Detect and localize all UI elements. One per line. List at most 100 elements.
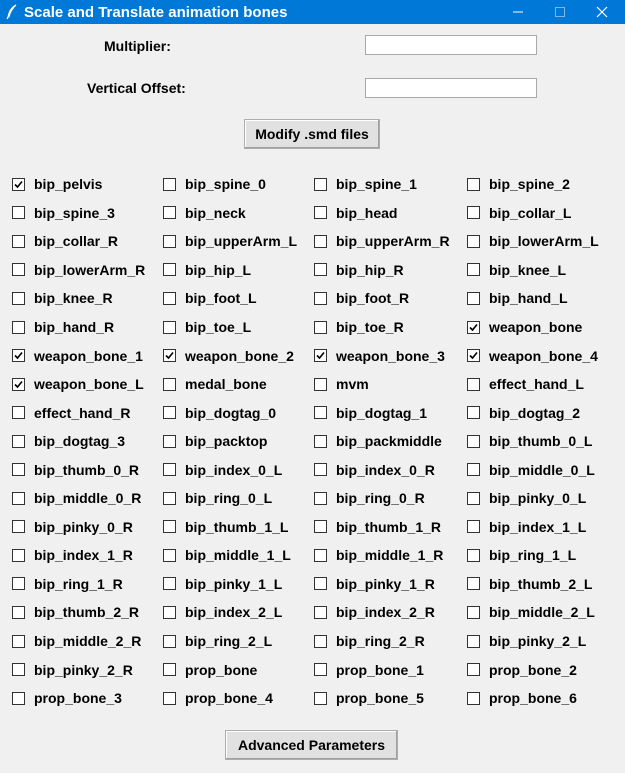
- checkbox[interactable]: [314, 691, 327, 705]
- bone-checkbox-item[interactable]: effect_hand_R: [12, 398, 163, 427]
- bone-checkbox-item[interactable]: bip_middle_1_L: [163, 541, 314, 570]
- checkbox[interactable]: [314, 548, 327, 562]
- bone-checkbox-item[interactable]: bip_ring_2_R: [314, 627, 467, 656]
- bone-checkbox-item[interactable]: bip_hand_L: [467, 284, 617, 313]
- bone-checkbox-item[interactable]: bip_pinky_0_R: [12, 513, 163, 542]
- checkbox[interactable]: [467, 520, 480, 534]
- title-bar[interactable]: Scale and Translate animation bones: [0, 0, 625, 24]
- checkbox[interactable]: [163, 349, 176, 363]
- bone-checkbox-item[interactable]: bip_ring_1_L: [467, 541, 617, 570]
- checkbox[interactable]: [467, 377, 480, 391]
- bone-checkbox-item[interactable]: prop_bone_1: [314, 655, 467, 684]
- checkbox[interactable]: [163, 634, 176, 648]
- checkbox[interactable]: [12, 177, 25, 191]
- bone-checkbox-item[interactable]: prop_bone_2: [467, 655, 617, 684]
- bone-checkbox-item[interactable]: bip_upperArm_R: [314, 227, 467, 256]
- bone-checkbox-item[interactable]: bip_thumb_0_R: [12, 455, 163, 484]
- checkbox[interactable]: [314, 234, 327, 248]
- checkbox[interactable]: [12, 206, 25, 220]
- bone-checkbox-item[interactable]: bip_packtop: [163, 427, 314, 456]
- checkbox[interactable]: [12, 548, 25, 562]
- bone-checkbox-item[interactable]: bip_ring_0_L: [163, 484, 314, 513]
- bone-checkbox-item[interactable]: bip_index_2_R: [314, 598, 467, 627]
- bone-checkbox-item[interactable]: bip_thumb_0_L: [467, 427, 617, 456]
- bone-checkbox-item[interactable]: bip_head: [314, 199, 467, 228]
- bone-checkbox-item[interactable]: bip_middle_1_R: [314, 541, 467, 570]
- bone-checkbox-item[interactable]: weapon_bone_L: [12, 370, 163, 399]
- checkbox[interactable]: [163, 291, 176, 305]
- bone-checkbox-item[interactable]: bip_thumb_1_R: [314, 513, 467, 542]
- bone-checkbox-item[interactable]: bip_knee_L: [467, 256, 617, 285]
- bone-checkbox-item[interactable]: prop_bone_4: [163, 684, 314, 713]
- checkbox[interactable]: [12, 434, 25, 448]
- bone-checkbox-item[interactable]: bip_spine_1: [314, 170, 467, 199]
- bone-checkbox-item[interactable]: bip_foot_L: [163, 284, 314, 313]
- bone-checkbox-item[interactable]: bip_dogtag_3: [12, 427, 163, 456]
- bone-checkbox-item[interactable]: bip_ring_2_L: [163, 627, 314, 656]
- bone-checkbox-item[interactable]: bip_index_0_R: [314, 455, 467, 484]
- checkbox[interactable]: [314, 577, 327, 591]
- bone-checkbox-item[interactable]: bip_middle_0_L: [467, 455, 617, 484]
- bone-checkbox-item[interactable]: bip_pinky_2_L: [467, 627, 617, 656]
- checkbox[interactable]: [12, 291, 25, 305]
- bone-checkbox-item[interactable]: bip_thumb_1_L: [163, 513, 314, 542]
- bone-checkbox-item[interactable]: bip_index_0_L: [163, 455, 314, 484]
- bone-checkbox-item[interactable]: prop_bone_6: [467, 684, 617, 713]
- checkbox[interactable]: [467, 291, 480, 305]
- checkbox[interactable]: [467, 320, 480, 334]
- checkbox[interactable]: [12, 491, 25, 505]
- checkbox[interactable]: [314, 263, 327, 277]
- maximize-button[interactable]: [537, 0, 583, 24]
- checkbox[interactable]: [467, 634, 480, 648]
- bone-checkbox-item[interactable]: bip_hand_R: [12, 313, 163, 342]
- bone-checkbox-item[interactable]: mvm: [314, 370, 467, 399]
- bone-checkbox-item[interactable]: weapon_bone_4: [467, 341, 617, 370]
- checkbox[interactable]: [163, 663, 176, 677]
- bone-checkbox-item[interactable]: bip_neck: [163, 199, 314, 228]
- vertical-offset-input[interactable]: [365, 78, 537, 98]
- bone-checkbox-item[interactable]: bip_pinky_2_R: [12, 655, 163, 684]
- bone-checkbox-item[interactable]: bip_thumb_2_R: [12, 598, 163, 627]
- checkbox[interactable]: [314, 634, 327, 648]
- checkbox[interactable]: [467, 206, 480, 220]
- checkbox[interactable]: [163, 320, 176, 334]
- checkbox[interactable]: [12, 634, 25, 648]
- checkbox[interactable]: [467, 349, 480, 363]
- bone-checkbox-item[interactable]: bip_spine_0: [163, 170, 314, 199]
- checkbox[interactable]: [12, 691, 25, 705]
- checkbox[interactable]: [163, 263, 176, 277]
- checkbox[interactable]: [12, 577, 25, 591]
- checkbox[interactable]: [163, 491, 176, 505]
- bone-checkbox-item[interactable]: bip_collar_R: [12, 227, 163, 256]
- bone-checkbox-item[interactable]: prop_bone_3: [12, 684, 163, 713]
- checkbox[interactable]: [12, 463, 25, 477]
- bone-checkbox-item[interactable]: bip_dogtag_1: [314, 398, 467, 427]
- checkbox[interactable]: [467, 234, 480, 248]
- checkbox[interactable]: [12, 234, 25, 248]
- bone-checkbox-item[interactable]: bip_ring_1_R: [12, 570, 163, 599]
- bone-checkbox-item[interactable]: bip_index_2_L: [163, 598, 314, 627]
- checkbox[interactable]: [12, 263, 25, 277]
- bone-checkbox-item[interactable]: prop_bone: [163, 655, 314, 684]
- checkbox[interactable]: [12, 320, 25, 334]
- bone-checkbox-item[interactable]: bip_thumb_2_L: [467, 570, 617, 599]
- checkbox[interactable]: [467, 434, 480, 448]
- bone-checkbox-item[interactable]: bip_lowerArm_L: [467, 227, 617, 256]
- checkbox[interactable]: [467, 491, 480, 505]
- bone-checkbox-item[interactable]: bip_pinky_1_R: [314, 570, 467, 599]
- bone-checkbox-item[interactable]: effect_hand_L: [467, 370, 617, 399]
- checkbox[interactable]: [163, 691, 176, 705]
- bone-checkbox-item[interactable]: prop_bone_5: [314, 684, 467, 713]
- bone-checkbox-item[interactable]: bip_pinky_0_L: [467, 484, 617, 513]
- bone-checkbox-item[interactable]: bip_hip_L: [163, 256, 314, 285]
- checkbox[interactable]: [163, 548, 176, 562]
- bone-checkbox-item[interactable]: weapon_bone_3: [314, 341, 467, 370]
- checkbox[interactable]: [12, 520, 25, 534]
- checkbox[interactable]: [314, 349, 327, 363]
- checkbox[interactable]: [163, 577, 176, 591]
- bone-checkbox-item[interactable]: bip_middle_0_R: [12, 484, 163, 513]
- checkbox[interactable]: [314, 291, 327, 305]
- modify-smd-button[interactable]: Modify .smd files: [244, 119, 380, 149]
- checkbox[interactable]: [314, 663, 327, 677]
- bone-checkbox-item[interactable]: bip_foot_R: [314, 284, 467, 313]
